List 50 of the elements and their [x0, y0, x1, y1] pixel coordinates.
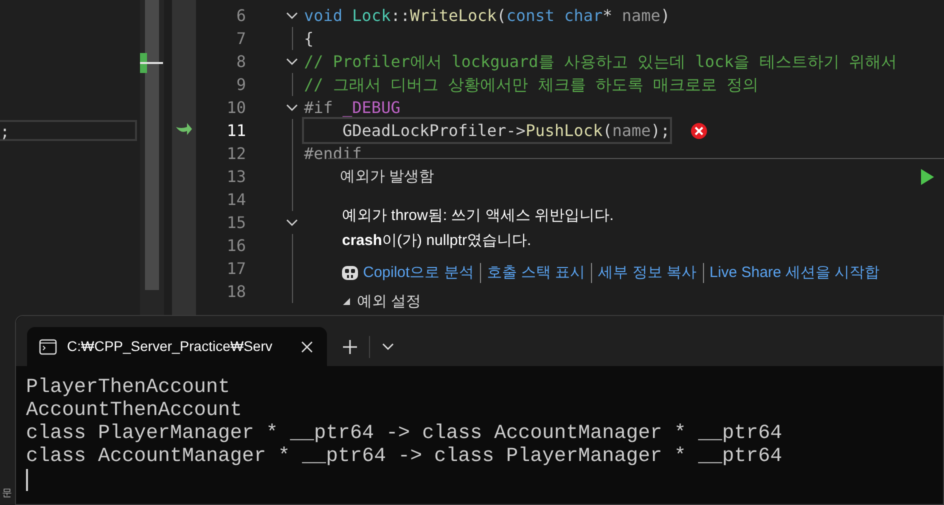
close-icon[interactable] — [301, 340, 313, 352]
terminal-tab[interactable]: C:₩CPP_Server_Practice₩Serv — [27, 327, 327, 366]
line-number: 7 — [235, 28, 246, 50]
collapse-chevron-icon[interactable] — [286, 104, 298, 112]
terminal-output-line: PlayerThenAccount — [26, 376, 232, 399]
action-link[interactable]: 세부 정보 복사 — [598, 262, 697, 284]
line-number: 12 — [226, 143, 246, 165]
scrollbar-thumb[interactable] — [145, 0, 159, 290]
add-tab-icon[interactable] — [343, 340, 357, 354]
collapse-triangle-icon[interactable] — [342, 297, 351, 306]
line-number: 18 — [226, 281, 246, 303]
collapse-chevron-icon[interactable] — [286, 12, 298, 20]
line-number: 17 — [226, 258, 246, 280]
line-number: 8 — [235, 51, 246, 73]
exception-settings-label[interactable]: 예외 설정 — [357, 290, 422, 313]
popup-title: 예외가 발생함 — [340, 166, 434, 187]
play-icon[interactable] — [920, 169, 934, 185]
text-cursor — [26, 469, 28, 491]
console-icon — [39, 338, 57, 354]
code-line: void Lock::WriteLock(const char* name) — [304, 5, 670, 27]
collapse-chevron-icon[interactable] — [286, 58, 298, 66]
exception-detail: crash이(가) nullptr였습니다. — [342, 230, 532, 250]
action-link[interactable]: Live Share 세션을 시작합 — [710, 262, 880, 284]
code-text: ; — [0, 121, 10, 143]
terminal-output-line: AccountThenAccount — [26, 399, 244, 422]
line-number: 16 — [226, 235, 246, 257]
dropdown-chevron-icon[interactable] — [382, 342, 394, 350]
line-number: 6 — [235, 5, 246, 27]
tab-title: C:₩CPP_Server_Practice₩Serv — [67, 337, 274, 356]
line-number: 9 — [235, 74, 246, 96]
exception-message: 예외가 throw됨: 쓰기 액세스 위반입니다. — [342, 206, 615, 226]
copilot-icon — [340, 264, 360, 282]
action-link[interactable]: 호출 스택 표시 — [486, 262, 586, 284]
line-number: 10 — [226, 97, 246, 119]
code-line: // 그래서 디버그 상황에서만 체크를 하도록 매크로로 정의 — [304, 74, 759, 96]
code-line: #if _DEBUG — [304, 97, 400, 119]
terminal-output-line: class PlayerManager * __ptr64 -> class AccountManager * __ptr64 — [26, 422, 784, 445]
caret-marker — [140, 62, 163, 64]
side-label: 문 — [2, 487, 12, 501]
line-number: 14 — [226, 189, 246, 211]
code-line: GDeadLockProfiler->PushLock(name); — [304, 119, 670, 142]
action-link[interactable]: Copilot으로 분석 — [363, 262, 474, 284]
change-marker — [140, 53, 147, 73]
collapse-chevron-icon[interactable] — [286, 218, 298, 226]
line-number: 11 — [226, 120, 246, 142]
terminal-output-line: class AccountManager * __ptr64 -> class PlayerManager * __ptr64 — [26, 445, 784, 468]
line-number: 15 — [226, 212, 246, 234]
code-line: // Profiler에서 lockguard를 사용하고 있는데 lock을 테스트하기 위해서 — [304, 51, 897, 73]
line-number: 13 — [226, 166, 246, 188]
code-line: { — [304, 28, 314, 50]
